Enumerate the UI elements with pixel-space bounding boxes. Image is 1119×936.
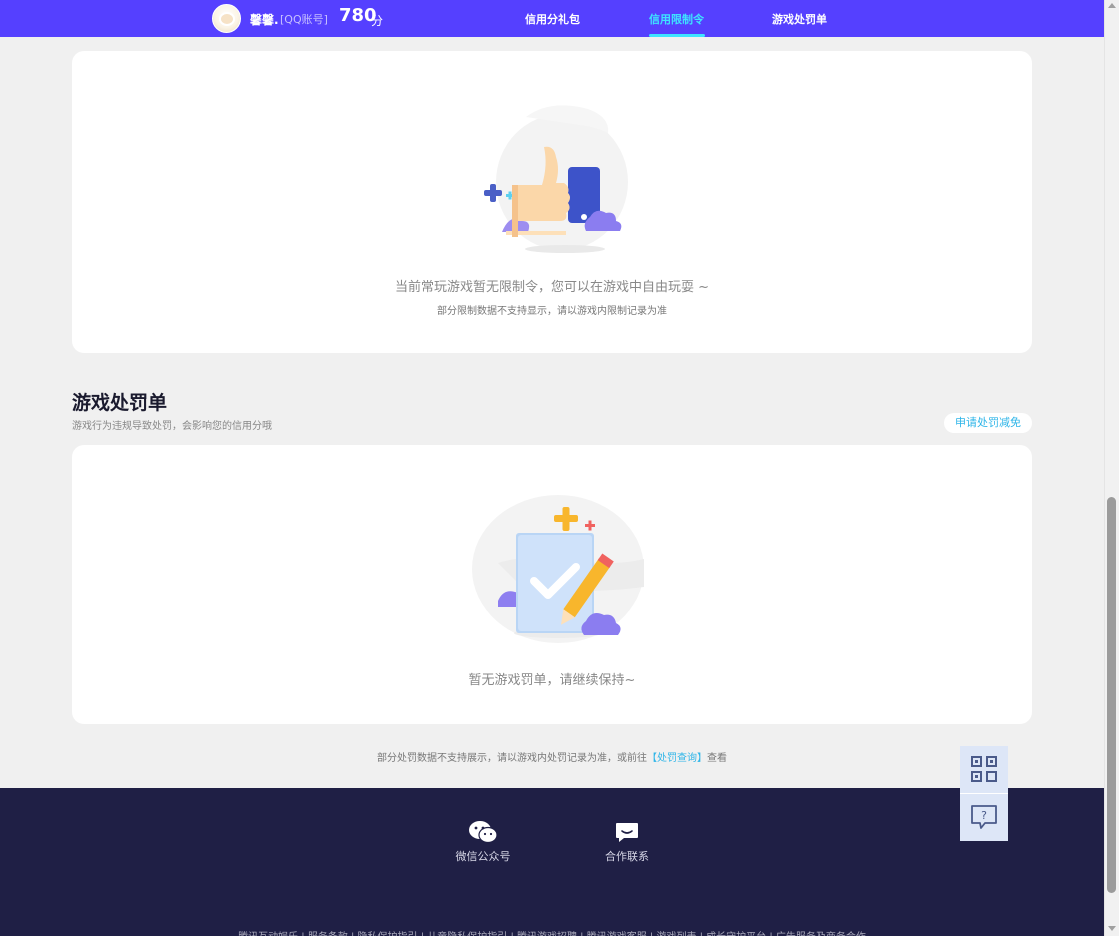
penalty-section-title: 游戏处罚单 xyxy=(72,392,168,414)
account-type: [QQ账号] xyxy=(280,13,328,26)
thumbs-up-illustration xyxy=(484,105,628,253)
footer-wechat[interactable]: 微信公众号 xyxy=(443,820,523,864)
footer-cooperation[interactable]: 合作联系 xyxy=(587,820,667,864)
checklist-illustration xyxy=(472,495,644,643)
footer-cooperation-label: 合作联系 xyxy=(605,850,649,863)
scrollbar-thumb[interactable] xyxy=(1107,497,1116,893)
active-tab-indicator xyxy=(649,34,705,37)
floating-toolbar: ? xyxy=(960,746,1008,841)
penalty-section-description: 游戏行为违规导致处罚，会影响您的信用分哦 xyxy=(72,421,272,432)
apply-penalty-relief-button[interactable]: 申请处罚减免 xyxy=(944,413,1032,433)
chat-icon xyxy=(616,823,638,842)
restriction-empty-message: 当前常玩游戏暂无限制令，您可以在游戏中自由玩耍 ~ xyxy=(394,280,710,295)
help-button[interactable]: ? xyxy=(960,794,1008,840)
user-nickname: 馨馨. xyxy=(250,13,279,27)
notice-suffix: 查看 xyxy=(707,753,727,764)
tab-game-penalty[interactable]: 游戏处罚单 xyxy=(772,11,827,27)
help-chat-icon: ? xyxy=(971,805,997,829)
avatar[interactable] xyxy=(212,4,241,33)
penalty-notice: 部分处罚数据不支持展示，请以游戏内处罚记录为准，或前往【处罚查询】查看 xyxy=(0,749,1104,764)
penalty-query-link[interactable]: 【处罚查询】 xyxy=(647,753,707,764)
footer-links[interactable]: 腾讯互动娱乐 | 服务条款 | 隐私保护指引 | 儿童隐私保护指引 | 腾讯游戏… xyxy=(0,928,1104,936)
wechat-icon xyxy=(469,821,498,844)
tab-credit-gift[interactable]: 信用分礼包 xyxy=(525,11,580,27)
scroll-up-arrow-icon[interactable] xyxy=(1108,3,1116,8)
restriction-note: 部分限制数据不支持显示，请以游戏内限制记录为准 xyxy=(437,306,667,317)
top-nav-bar: 馨馨. [QQ账号] 780 分 信用分礼包 信用限制令 游戏处罚单 xyxy=(0,0,1104,37)
notice-text: 部分处罚数据不支持展示，请以游戏内处罚记录为准，或前往 xyxy=(377,753,647,764)
footer: 微信公众号 合作联系 腾讯互动娱乐 | 服务条款 | 隐私保护指引 | 儿童隐私… xyxy=(0,788,1104,936)
restriction-card: 当前常玩游戏暂无限制令，您可以在游戏中自由玩耍 ~ 部分限制数据不支持显示，请以… xyxy=(72,51,1032,353)
qr-code-button[interactable] xyxy=(960,746,1008,792)
svg-text:?: ? xyxy=(981,809,987,822)
qr-code-icon xyxy=(971,756,997,782)
penalty-empty-message: 暂无游戏罚单，请继续保持~ xyxy=(468,673,636,688)
scroll-down-arrow-icon[interactable] xyxy=(1108,926,1116,931)
footer-wechat-label: 微信公众号 xyxy=(455,850,511,863)
penalty-card: 暂无游戏罚单，请继续保持~ xyxy=(72,445,1032,724)
tab-credit-restriction[interactable]: 信用限制令 xyxy=(649,11,704,27)
score-unit: 分 xyxy=(371,14,384,28)
